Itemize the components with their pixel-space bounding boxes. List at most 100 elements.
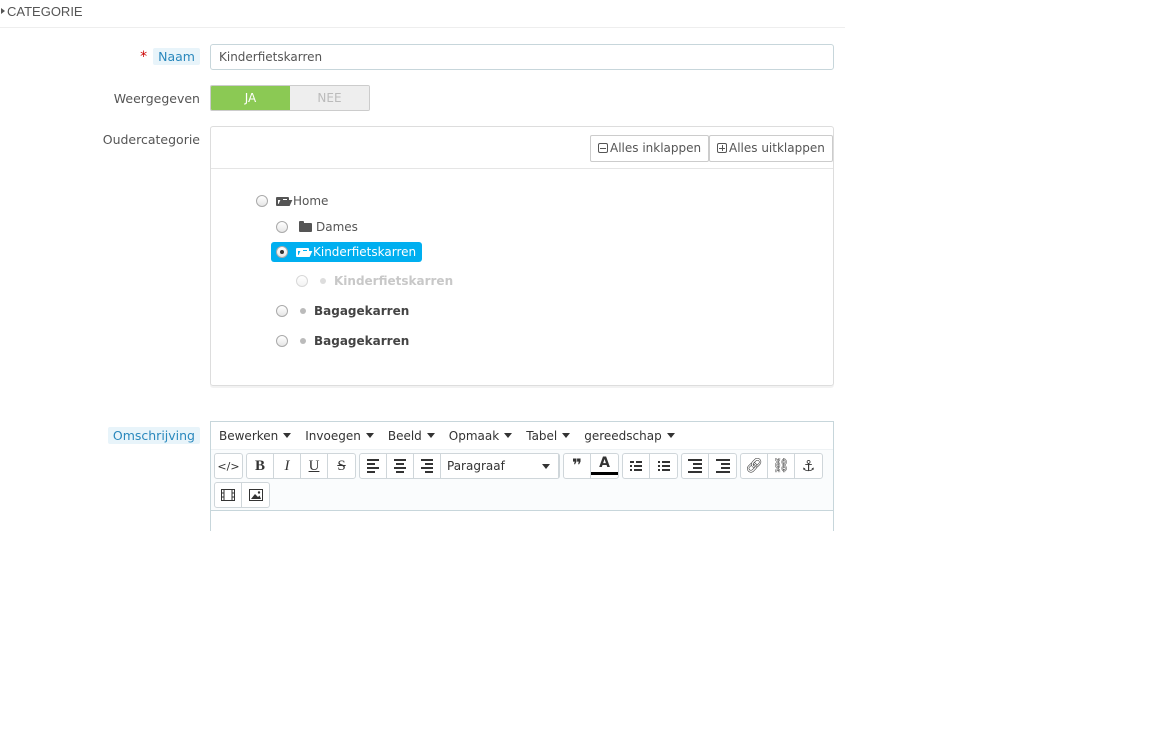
menu-beeld[interactable]: Beeld <box>388 429 435 443</box>
tree-node-bagagekarren-1[interactable]: Bagagekarren <box>276 304 409 318</box>
description-label: Omschrijving <box>107 427 200 444</box>
editor-toolbar-row-2 <box>214 482 273 508</box>
toolbar-group-text-style: B I U S <box>246 453 356 479</box>
tree-radio[interactable] <box>276 221 288 233</box>
expand-all-label: Alles uitklappen <box>729 141 825 155</box>
rich-text-editor[interactable]: Bewerken Invoegen Beeld Opmaak Tabel ger… <box>210 421 834 531</box>
insert-image-button[interactable] <box>242 483 269 507</box>
align-right-button[interactable] <box>414 454 441 478</box>
expand-all-button[interactable]: Alles uitklappen <box>709 135 833 162</box>
film-icon <box>221 489 235 501</box>
tree-radio[interactable] <box>256 195 268 207</box>
link-button[interactable]: 🔗︎ <box>741 454 768 478</box>
parent-category-label: Oudercategorie <box>102 132 200 147</box>
menu-gereedschap[interactable]: gereedschap <box>584 429 675 443</box>
indent-button[interactable] <box>709 454 736 478</box>
toolbar-group-links: 🔗︎ ⛓︎ ⚓︎ <box>740 453 823 479</box>
align-right-icon <box>421 459 433 473</box>
tree-node-label: Bagagekarren <box>314 304 410 318</box>
align-left-button[interactable] <box>360 454 387 478</box>
tree-node-home[interactable]: Home <box>256 194 328 208</box>
source-code-button[interactable]: </> <box>215 454 242 478</box>
collapse-all-label: Alles inklappen <box>610 141 702 155</box>
folder-icon <box>299 220 312 232</box>
caret-right-icon <box>1 8 5 14</box>
tree-node-kinderfietskarren-child: Kinderfietskarren <box>296 274 453 288</box>
toggle-no[interactable]: NEE <box>290 86 369 110</box>
italic-button[interactable]: I <box>274 454 301 478</box>
menu-opmaak[interactable]: Opmaak <box>449 429 513 443</box>
numbered-list-button[interactable] <box>650 454 677 478</box>
folder-open-icon <box>296 247 309 257</box>
toolbar-group-lists <box>622 453 678 479</box>
name-label-row: * Naam <box>140 48 200 65</box>
caret-down-icon <box>365 432 374 438</box>
bullet-icon <box>300 338 306 344</box>
toolbar-group-media <box>214 482 270 508</box>
caret-down-icon <box>562 432 571 438</box>
tree-node-kinderfietskarren-selected[interactable]: Kinderfietskarren <box>271 242 423 262</box>
align-left-icon <box>367 459 379 473</box>
menu-bewerken[interactable]: Bewerken <box>219 429 292 443</box>
caret-down-icon <box>283 432 292 438</box>
tree-node-label: Dames <box>316 220 358 234</box>
numbered-list-icon <box>657 461 670 471</box>
underline-button[interactable]: U <box>301 454 328 478</box>
toolbar-group-quote-color: ❞ A <box>563 453 619 479</box>
tree-node-label: Bagagekarren <box>314 334 410 348</box>
bullet-icon <box>320 278 326 284</box>
caret-down-icon <box>426 432 435 438</box>
toolbar-group-align-format: Paragraaf <box>359 453 560 479</box>
tree-node-bagagekarren-2[interactable]: Bagagekarren <box>276 334 409 348</box>
anchor-button[interactable]: ⚓︎ <box>795 454 822 478</box>
required-asterisk: * <box>140 49 148 65</box>
collapse-all-button[interactable]: Alles inklappen <box>590 135 710 162</box>
collapse-icon <box>598 143 608 153</box>
tree-node-label: Kinderfietskarren <box>313 245 417 259</box>
toggle-yes[interactable]: JA <box>211 86 290 110</box>
tree-radio[interactable] <box>276 305 288 317</box>
tree-node-dames[interactable]: Dames <box>276 220 358 234</box>
indent-icon <box>715 459 730 473</box>
link-icon: 🔗︎ <box>745 458 763 474</box>
bold-button[interactable]: B <box>247 454 274 478</box>
align-center-button[interactable] <box>387 454 414 478</box>
menu-invoegen[interactable]: Invoegen <box>305 429 374 443</box>
outdent-icon <box>688 459 702 473</box>
align-center-icon <box>394 459 406 473</box>
category-tree-panel: Alles inklappen Alles uitklappen Home Da… <box>210 126 834 386</box>
tree-radio-disabled <box>296 275 308 287</box>
displayed-toggle[interactable]: JA NEE <box>210 85 370 111</box>
panel-title: CATEGORIE <box>7 4 83 19</box>
caret-down-icon <box>504 432 513 438</box>
tree-radio-checked[interactable] <box>276 246 288 258</box>
text-color-button[interactable]: A <box>591 454 618 475</box>
tree-toolbar: Alles inklappen Alles uitklappen <box>211 127 833 169</box>
folder-open-icon <box>276 196 289 206</box>
editor-menubar: Bewerken Invoegen Beeld Opmaak Tabel ger… <box>211 422 833 450</box>
bullet-list-button[interactable] <box>623 454 650 478</box>
image-icon <box>248 489 263 501</box>
unlink-button[interactable]: ⛓︎ <box>768 454 795 478</box>
description-label-row: Omschrijving <box>107 427 200 444</box>
chevron-down-icon <box>542 463 550 469</box>
toolbar-group-source: </> <box>214 453 243 479</box>
anchor-icon: ⚓︎ <box>801 457 816 475</box>
blockquote-button[interactable]: ❞ <box>564 454 591 478</box>
menu-tabel[interactable]: Tabel <box>526 429 571 443</box>
caret-down-icon <box>666 432 675 438</box>
tree-node-label: Home <box>293 194 329 208</box>
format-select-value: Paragraaf <box>447 459 505 473</box>
tree-node-label: Kinderfietskarren <box>334 274 454 288</box>
outdent-button[interactable] <box>682 454 709 478</box>
unlink-icon: ⛓︎ <box>772 458 790 474</box>
strikethrough-button[interactable]: S <box>328 454 355 478</box>
name-input[interactable] <box>210 44 834 70</box>
bullet-list-icon <box>630 461 642 471</box>
format-select[interactable]: Paragraaf <box>441 454 559 478</box>
selected-node-pill[interactable]: Kinderfietskarren <box>271 242 423 262</box>
insert-video-button[interactable] <box>215 483 242 507</box>
bullet-icon <box>300 308 306 314</box>
editor-content-area[interactable] <box>211 510 833 531</box>
tree-radio[interactable] <box>276 335 288 347</box>
